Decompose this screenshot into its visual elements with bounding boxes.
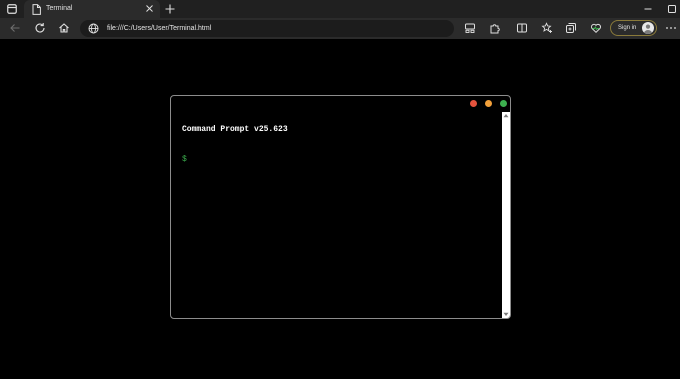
read-aloud-icon[interactable] xyxy=(463,21,477,35)
avatar xyxy=(642,22,654,34)
tab-strip: Terminal xyxy=(0,0,680,18)
puzzle-icon[interactable] xyxy=(488,21,502,35)
minimize-window-dot[interactable] xyxy=(485,100,492,107)
terminal-output[interactable]: Command Prompt v25.623 $ xyxy=(171,112,502,318)
plus-icon[interactable] xyxy=(164,3,176,15)
scroll-up-icon[interactable] xyxy=(503,113,509,118)
browser-toolbar: file:///C:/Users/User/Terminal.html Sign… xyxy=(0,18,680,39)
scroll-down-icon[interactable] xyxy=(503,312,509,317)
page-viewport: Command Prompt v25.623 $ xyxy=(0,39,680,379)
refresh-icon[interactable] xyxy=(33,21,47,35)
close-icon[interactable] xyxy=(145,4,154,13)
split-screen-icon[interactable] xyxy=(515,21,529,35)
sign-in-button[interactable]: Sign in xyxy=(610,20,657,36)
active-tab[interactable]: Terminal xyxy=(24,0,160,18)
tab-actions-icon[interactable] xyxy=(6,3,18,15)
star-icon[interactable] xyxy=(540,21,554,35)
terminal-title: Command Prompt v25.623 xyxy=(182,125,288,134)
terminal-scrollbar[interactable] xyxy=(502,112,510,318)
back-arrow-icon[interactable] xyxy=(8,21,22,35)
sign-in-label: Sign in xyxy=(618,25,637,31)
globe-icon[interactable] xyxy=(88,23,99,34)
maximize-window-icon[interactable] xyxy=(666,3,678,15)
address-bar[interactable]: file:///C:/Users/User/Terminal.html xyxy=(80,20,454,37)
collections-icon[interactable] xyxy=(564,21,578,35)
tab-title: Terminal xyxy=(46,5,73,12)
close-window-dot[interactable] xyxy=(470,100,477,107)
minimize-window-icon[interactable] xyxy=(642,3,654,15)
more-icon[interactable] xyxy=(664,21,678,35)
address-url[interactable]: file:///C:/Users/User/Terminal.html xyxy=(107,20,211,37)
heart-pulse-icon[interactable] xyxy=(589,21,603,35)
terminal-window: Command Prompt v25.623 $ xyxy=(170,95,511,319)
terminal-prompt[interactable]: $ xyxy=(182,155,187,165)
maximize-window-dot[interactable] xyxy=(500,100,507,107)
home-icon[interactable] xyxy=(57,21,71,35)
page-icon xyxy=(32,4,41,15)
